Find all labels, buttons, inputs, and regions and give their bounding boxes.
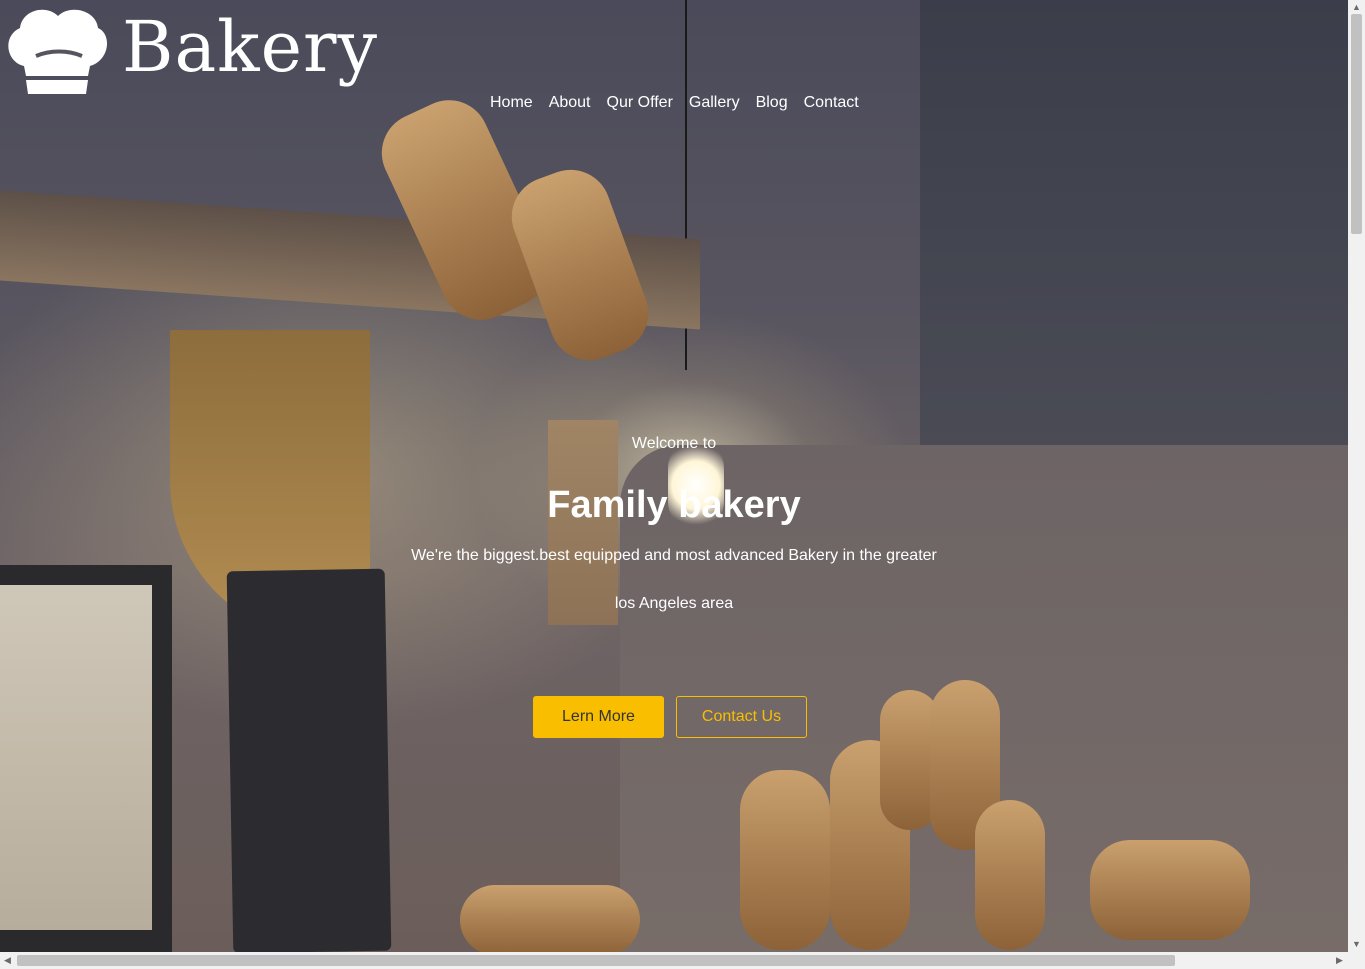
newspaper-clipping xyxy=(0,585,152,930)
chalkboard-sign xyxy=(226,568,392,952)
scroll-left-arrow-icon[interactable]: ◀ xyxy=(4,956,11,965)
vertical-scrollbar-thumb[interactable] xyxy=(1351,14,1362,234)
nav-our-offer[interactable]: Qur Offer xyxy=(607,94,673,112)
hero-description-line2: los Angeles area xyxy=(614,595,734,612)
nav-home[interactable]: Home xyxy=(490,94,533,112)
horizontal-scrollbar-thumb[interactable] xyxy=(17,955,1175,966)
nav-about[interactable]: About xyxy=(549,94,591,112)
chef-hat-icon xyxy=(8,9,108,94)
bread-loaf xyxy=(740,770,830,950)
hero-welcome: Welcome to xyxy=(631,435,717,452)
hero-title: Family bakery xyxy=(547,484,801,526)
hero-section: Bakery Home About Qur Offer Gallery Blog… xyxy=(0,0,1348,952)
nav-blog[interactable]: Blog xyxy=(756,94,788,112)
brand-name: Bakery xyxy=(122,6,379,88)
main-nav: Home About Qur Offer Gallery Blog Contac… xyxy=(490,94,859,112)
nav-contact[interactable]: Contact xyxy=(804,94,859,112)
scroll-right-arrow-icon[interactable]: ▶ xyxy=(1336,956,1343,965)
scroll-up-arrow-icon[interactable]: ▲ xyxy=(1352,3,1361,12)
nav-gallery[interactable]: Gallery xyxy=(689,94,740,112)
bread-loaf xyxy=(460,885,640,952)
learn-more-button[interactable]: Lern More xyxy=(533,696,664,738)
bread-loaf xyxy=(975,800,1045,950)
bread-loaf xyxy=(1090,840,1250,940)
brand-logo[interactable]: Bakery xyxy=(2,4,377,99)
hero-description: We're the biggest.best equipped and most… xyxy=(411,547,937,564)
background-wall xyxy=(920,0,1348,450)
contact-us-button[interactable]: Contact Us xyxy=(676,696,807,738)
scroll-down-arrow-icon[interactable]: ▼ xyxy=(1352,940,1361,949)
